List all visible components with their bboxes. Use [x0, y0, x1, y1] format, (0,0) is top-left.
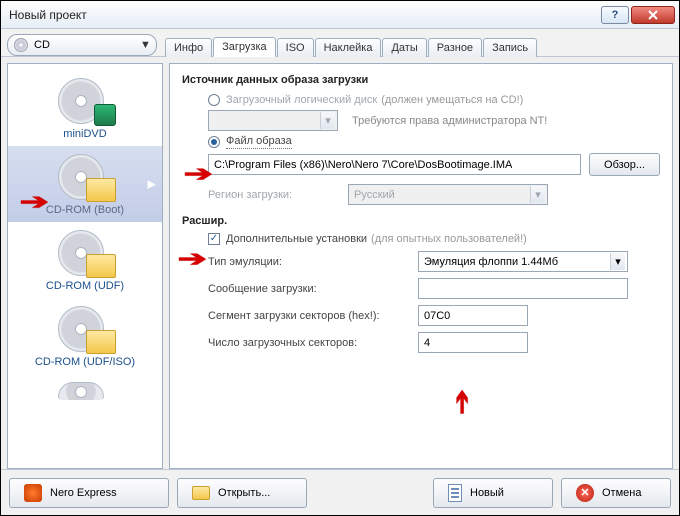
project-type-cd-udf-iso[interactable]: CD-ROM (UDF/ISO): [8, 298, 162, 374]
tab-info[interactable]: Инфо: [165, 38, 212, 57]
advanced-checkbox-hint: (для опытных пользователей!): [371, 233, 527, 245]
advanced-title: Расшир.: [182, 215, 660, 227]
boot-source-title: Источник данных образа загрузки: [182, 74, 660, 86]
boot-message-label: Сообщение загрузки:: [208, 283, 418, 295]
nero-express-button[interactable]: Nero Express: [9, 478, 169, 508]
chevron-down-icon: ▼: [140, 39, 150, 51]
chevron-right-icon: ▶: [148, 178, 156, 191]
emulation-combo[interactable]: Эмуляция флоппи 1.44Мб ▾: [418, 251, 628, 272]
tab-iso[interactable]: ISO: [277, 38, 314, 57]
radio-boot-image-label: Файл образа: [226, 135, 292, 149]
folder-overlay-icon: [86, 254, 116, 278]
document-new-icon: [448, 484, 462, 502]
cancel-icon: ✕: [576, 484, 594, 502]
new-button[interactable]: Новый: [433, 478, 553, 508]
tab-misc[interactable]: Разное: [428, 38, 482, 57]
titlebar: Новый проект ?: [1, 1, 679, 29]
window-title: Новый проект: [9, 8, 601, 22]
help-button[interactable]: ?: [601, 6, 629, 24]
chevron-down-icon: ▾: [320, 112, 335, 129]
tab-burn[interactable]: Запись: [483, 38, 537, 57]
cancel-button[interactable]: ✕ Отмена: [561, 478, 671, 508]
disc-icon: [14, 38, 28, 52]
project-type-minidvd[interactable]: miniDVD: [8, 70, 162, 146]
media-selector[interactable]: CD ▼: [7, 34, 157, 56]
project-type-list: miniDVD CD-ROM (Boot) ▶ CD-ROM (UDF) CD-…: [7, 63, 163, 469]
nero-express-icon: [24, 484, 42, 502]
top-ribbon: CD ▼ Инфо Загрузка ISO Наклейка Даты Раз…: [1, 29, 679, 57]
segment-input[interactable]: 07C0: [418, 305, 528, 326]
browse-button[interactable]: Обзор...: [589, 153, 660, 176]
boot-message-input[interactable]: [418, 278, 628, 299]
boot-region-value: Русский: [354, 189, 395, 201]
project-type-caption: miniDVD: [63, 128, 106, 140]
advanced-check-row: Дополнительные установки (для опытных по…: [182, 233, 660, 245]
settings-panel: Источник данных образа загрузки Загрузоч…: [169, 63, 673, 469]
project-type-caption: CD-ROM (Boot): [46, 204, 124, 216]
tab-bar: Инфо Загрузка ISO Наклейка Даты Разное З…: [165, 29, 538, 56]
main-area: miniDVD CD-ROM (Boot) ▶ CD-ROM (UDF) CD-…: [1, 57, 679, 469]
folder-overlay-icon: [86, 330, 116, 354]
tab-dates[interactable]: Даты: [382, 38, 426, 57]
admin-warning: Требуются права администратора NT!: [352, 115, 547, 127]
chevron-down-icon: ▾: [530, 186, 545, 203]
radio-boot-image[interactable]: [208, 136, 220, 148]
emulation-value: Эмуляция флоппи 1.44Мб: [424, 256, 558, 268]
minidvd-overlay-icon: [94, 104, 116, 126]
tab-boot[interactable]: Загрузка: [213, 37, 275, 57]
close-button[interactable]: [631, 6, 675, 24]
emulation-label: Тип эмуляции:: [208, 256, 418, 268]
logical-drive-combo: ▾: [208, 110, 338, 131]
close-icon: [647, 10, 659, 20]
radio-boot-logical-hint: (должен умещаться на CD!): [381, 94, 523, 106]
window-controls: ?: [601, 6, 675, 24]
left-column: miniDVD CD-ROM (Boot) ▶ CD-ROM (UDF) CD-…: [7, 63, 163, 469]
tab-label[interactable]: Наклейка: [315, 38, 382, 57]
folder-open-icon: [192, 486, 210, 500]
open-button[interactable]: Открыть...: [177, 478, 307, 508]
sector-count-input[interactable]: 4: [418, 332, 528, 353]
boot-region-combo: Русский ▾: [348, 184, 548, 205]
radio-row-image: Файл образа: [182, 135, 660, 149]
radio-row-logical: Загрузочный логический диск (должен умещ…: [182, 94, 660, 106]
project-type-caption: CD-ROM (UDF): [46, 280, 124, 292]
project-type-cd-udf[interactable]: CD-ROM (UDF): [8, 222, 162, 298]
project-type-caption: CD-ROM (UDF/ISO): [35, 356, 135, 368]
radio-boot-logical[interactable]: [208, 94, 220, 106]
advanced-checkbox-label: Дополнительные установки: [226, 233, 367, 245]
radio-boot-logical-label: Загрузочный логический диск: [226, 94, 377, 106]
sector-count-label: Число загрузочных секторов:: [208, 337, 418, 349]
project-type-cd-boot[interactable]: CD-ROM (Boot) ▶: [8, 146, 162, 222]
advanced-checkbox[interactable]: [208, 233, 220, 245]
disc-icon: [58, 382, 104, 400]
media-selector-label: CD: [34, 39, 140, 51]
folder-overlay-icon: [86, 178, 116, 202]
image-path-value: C:\Program Files (x86)\Nero\Nero 7\Core\…: [214, 159, 512, 171]
boot-region-label: Регион загрузки:: [208, 189, 348, 201]
image-path-input[interactable]: C:\Program Files (x86)\Nero\Nero 7\Core\…: [208, 154, 581, 175]
segment-label: Сегмент загрузки секторов (hex!):: [208, 310, 418, 322]
project-type-more[interactable]: [8, 374, 162, 404]
chevron-down-icon: ▾: [610, 253, 625, 270]
footer-bar: Nero Express Открыть... Новый ✕ Отмена: [1, 469, 679, 515]
